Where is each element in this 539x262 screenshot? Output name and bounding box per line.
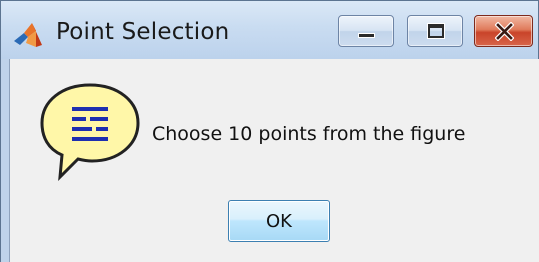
ok-button[interactable]: OK — [228, 200, 330, 242]
maximize-icon — [427, 23, 445, 39]
title-bar[interactable]: Point Selection — [1, 1, 538, 59]
window-title: Point Selection — [56, 19, 230, 45]
dialog-window: Point Selection Choose 10 points from th… — [0, 0, 539, 262]
close-icon — [495, 22, 514, 41]
minimize-icon — [358, 33, 375, 38]
matlab-logo-icon — [14, 23, 42, 47]
maximize-button[interactable] — [407, 15, 463, 47]
minimize-button[interactable] — [338, 15, 394, 47]
help-speech-bubble-icon — [40, 83, 140, 181]
dialog-body: Choose 10 points from the figure OK — [9, 59, 539, 262]
close-button[interactable] — [474, 15, 533, 47]
dialog-message: Choose 10 points from the figure — [152, 123, 466, 145]
